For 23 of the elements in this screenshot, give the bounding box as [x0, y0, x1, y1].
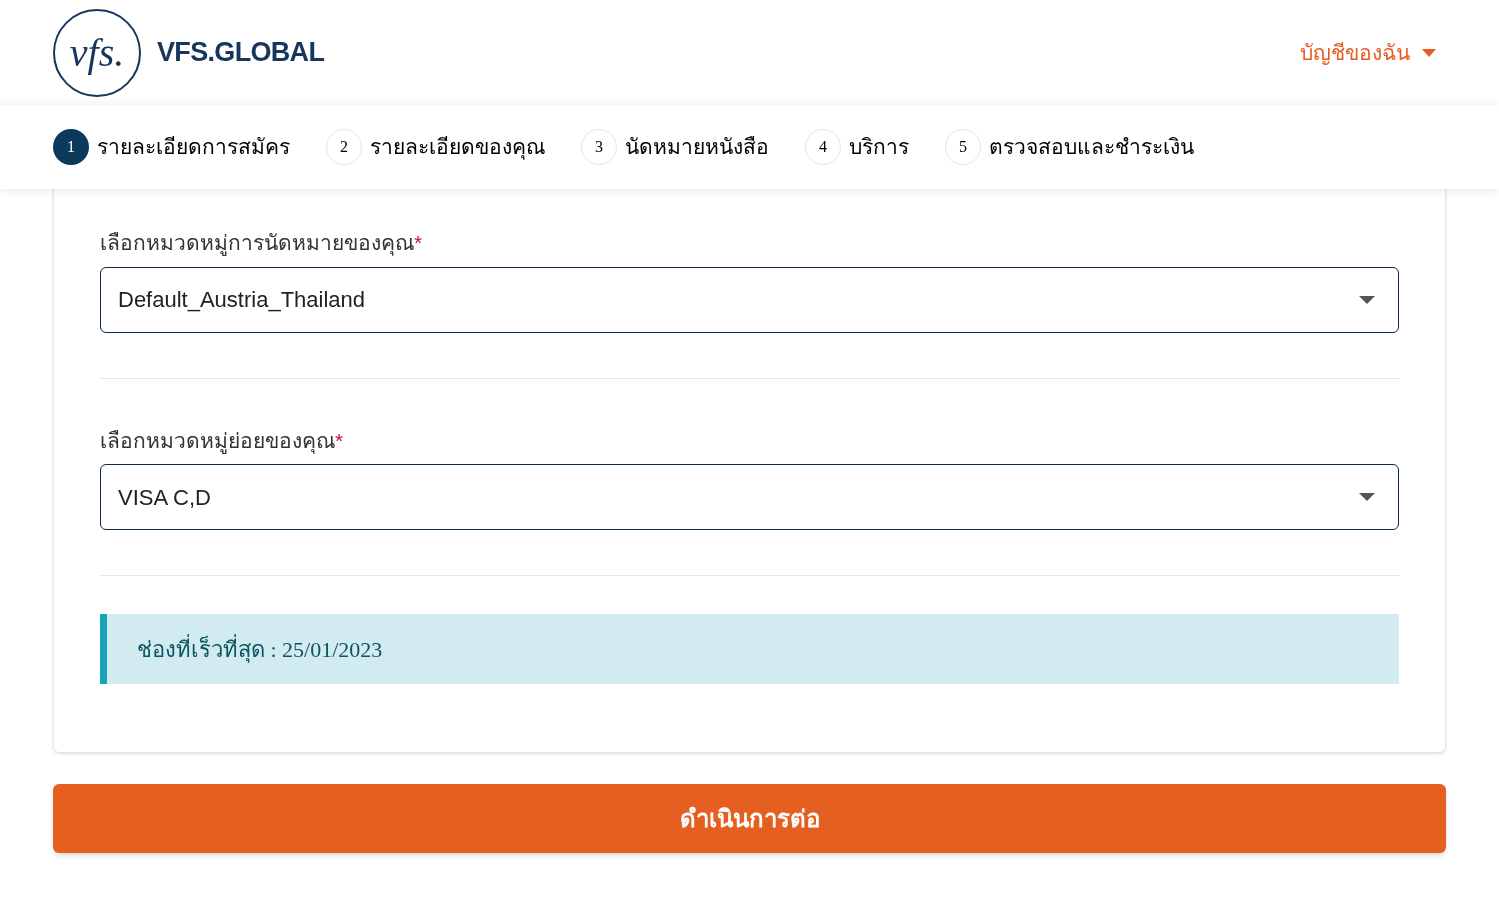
caret-icon [1422, 48, 1436, 57]
brand-name: VFS.GLOBAL [157, 36, 325, 70]
step-tab[interactable]: 4 บริการ [805, 129, 909, 165]
step-tab[interactable]: 3 นัดหมายหนังสือ [581, 129, 769, 165]
caret-icon [1359, 295, 1375, 304]
earliest-slot-text: ช่องที่เร็วที่สุด : 25/01/2023 [137, 633, 383, 665]
step-tab[interactable]: 2 รายละเอียดของคุณ [326, 129, 545, 165]
caret-icon [1359, 493, 1375, 501]
step-tab[interactable]: 1 รายละเอียดการสมัคร [53, 129, 290, 165]
step-label: บริการ [849, 134, 909, 161]
step-label: ตรวจสอบและชำระเงิน [989, 134, 1194, 161]
step-label: รายละเอียดการสมัคร [97, 134, 290, 161]
field-label: เลือกหมวดหมู่ย่อยของคุณ* [100, 427, 345, 456]
account-menu[interactable]: บัญชีของฉัน [1300, 36, 1436, 69]
step-tab[interactable]: 5 ตรวจสอบและชำระเงิน [945, 129, 1194, 165]
logo-mark: vfs. [69, 32, 125, 73]
step-label: นัดหมายหนังสือ [625, 134, 769, 161]
continue-button[interactable]: ดำเนินการต่อ [53, 784, 1446, 853]
select-field[interactable]: Default_Austria_Thailand [100, 266, 1399, 333]
select-field[interactable]: VISA C,D [100, 464, 1399, 530]
step-label: รายละเอียดของคุณ [370, 134, 545, 162]
field-label: เลือกหมวดหมู่การนัดหมายของคุณ* [100, 230, 424, 258]
step-number: 1 [53, 129, 89, 165]
